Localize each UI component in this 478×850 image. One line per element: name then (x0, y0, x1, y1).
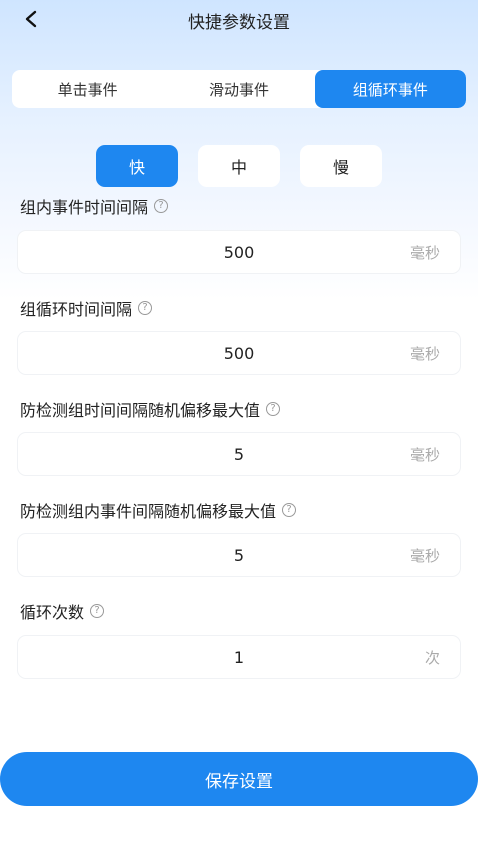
field-label-group-event-interval: 组内事件时间间隔 ? (20, 194, 169, 218)
speed-fast-button[interactable]: 快 (96, 145, 178, 187)
event-random-offset-field[interactable]: 毫秒 (18, 534, 460, 576)
field-label-group-random-offset: 防检测组时间间隔随机偏移最大值 ? (20, 397, 281, 421)
help-icon[interactable]: ? (90, 604, 105, 618)
field-label-text: 防检测组内事件间隔随机偏移最大值 (20, 502, 277, 521)
unit-label: 毫秒 (409, 243, 440, 262)
event-type-tabs: 单击事件 滑动事件 组循环事件 (12, 70, 466, 108)
header: 快捷参数设置 (0, 0, 478, 40)
help-icon[interactable]: ? (282, 503, 297, 517)
group-loop-interval-field[interactable]: 毫秒 (18, 332, 460, 374)
unit-label: 次 (424, 648, 440, 667)
group-event-interval-input[interactable] (18, 231, 460, 273)
help-icon[interactable]: ? (266, 402, 281, 416)
field-label-text: 防检测组时间间隔随机偏移最大值 (20, 401, 261, 420)
tab-swipe-event[interactable]: 滑动事件 (163, 70, 314, 108)
unit-label: 毫秒 (409, 344, 440, 363)
help-icon[interactable]: ? (154, 199, 169, 213)
field-label-text: 组循环时间间隔 (20, 300, 133, 319)
help-icon[interactable]: ? (138, 301, 153, 315)
loop-count-field[interactable]: 次 (18, 636, 460, 678)
save-settings-button[interactable]: 保存设置 (0, 752, 478, 806)
tab-click-event[interactable]: 单击事件 (12, 70, 163, 108)
unit-label: 毫秒 (409, 546, 440, 565)
speed-medium-button[interactable]: 中 (198, 145, 280, 187)
group-event-interval-field[interactable]: 毫秒 (18, 231, 460, 273)
field-label-group-loop-interval: 组循环时间间隔 ? (20, 296, 153, 320)
tab-group-loop-event[interactable]: 组循环事件 (314, 70, 466, 108)
page-title: 快捷参数设置 (188, 13, 290, 33)
loop-count-input[interactable] (18, 636, 460, 678)
event-random-offset-input[interactable] (18, 534, 460, 576)
field-label-event-random-offset: 防检测组内事件间隔随机偏移最大值 ? (20, 498, 297, 522)
group-random-offset-input[interactable] (18, 433, 460, 475)
unit-label: 毫秒 (409, 445, 440, 464)
group-random-offset-field[interactable]: 毫秒 (18, 433, 460, 475)
field-label-text: 组内事件时间间隔 (20, 198, 149, 217)
group-loop-interval-input[interactable] (18, 332, 460, 374)
field-label-text: 循环次数 (20, 603, 85, 622)
field-label-loop-count: 循环次数 ? (20, 599, 105, 623)
speed-slow-button[interactable]: 慢 (300, 145, 382, 187)
